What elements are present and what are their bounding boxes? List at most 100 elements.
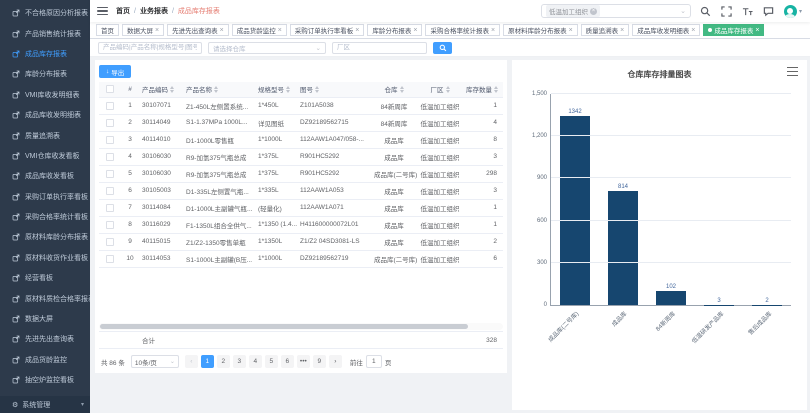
column-header[interactable]: 规格型号 [255,82,297,97]
sidebar-item[interactable]: 经营看板 [0,268,90,288]
tab-item[interactable]: 质量追溯表× [581,24,630,36]
tab-item[interactable]: 库龄分布报表× [367,24,422,36]
bar[interactable] [560,116,590,305]
column-header[interactable]: 产品编码 [139,82,183,97]
search-icon[interactable] [700,5,712,17]
column-header[interactable]: 厂区 [417,82,463,97]
search-button[interactable] [433,42,452,54]
tab-item[interactable]: 先进先出查询表× [167,24,229,36]
column-header[interactable]: 图号 [297,82,371,97]
row-checkbox[interactable] [106,187,114,195]
row-checkbox[interactable] [106,153,114,161]
page-button[interactable]: 3 [233,355,246,368]
tab-active[interactable]: 成品库存报表× [703,24,764,36]
tag-close-icon[interactable]: × [590,8,597,15]
page-button[interactable]: 1 [201,355,214,368]
breadcrumb-section[interactable]: 业务报表 [140,6,168,16]
prev-button[interactable]: ‹ [185,355,198,368]
select-all-checkbox[interactable] [106,85,114,93]
sidebar-item[interactable]: 采购合格率统计看板 [0,207,90,227]
tab-item[interactable]: 成品库收发明细表× [632,24,700,36]
close-icon[interactable]: × [278,27,282,34]
sidebar-item[interactable]: VMI库收发明细表 [0,85,90,105]
message-icon[interactable] [763,5,775,17]
bar[interactable] [608,191,638,306]
row-checkbox[interactable] [106,102,114,110]
close-icon[interactable]: × [755,27,759,34]
column-header[interactable]: 库存数量 [463,82,503,97]
column-header[interactable]: 仓库 [371,82,417,97]
page-button[interactable]: 4 [249,355,262,368]
sort-icon[interactable] [214,86,218,93]
sidebar-item[interactable]: 原材料收货作业看板 [0,248,90,268]
sort-icon[interactable] [446,86,450,93]
close-icon[interactable]: × [491,27,495,34]
org-select[interactable]: 低温加工组织 × ⌄ [541,4,691,18]
sort-icon[interactable] [286,86,290,93]
goto-page-input[interactable] [366,355,382,368]
sidebar-item[interactable]: 成品库收发明细表 [0,105,90,125]
sidebar-item[interactable]: 产品销售统计报表 [0,23,90,43]
tab-item[interactable]: 原材料库龄分布报表× [503,24,578,36]
user-menu[interactable]: ▾ [784,5,802,18]
row-checkbox[interactable] [106,204,114,212]
hamburger-icon[interactable] [97,7,108,16]
sidebar-item[interactable]: 原材料质检合格率报表 [0,288,90,308]
scrollbar-thumb[interactable] [100,324,468,329]
font-size-icon[interactable] [742,5,754,17]
row-checkbox[interactable] [106,119,114,127]
row-checkbox[interactable] [106,255,114,263]
sidebar-item[interactable]: 采购订单执行率看板 [0,187,90,207]
page-size-select[interactable]: 10条/页⌄ [131,355,179,368]
warehouse-select[interactable]: 请选择仓库 ⌄ [208,42,326,54]
row-checkbox[interactable] [106,136,114,144]
sidebar-item[interactable]: 不合格原因分析报表 [0,3,90,23]
factory-input[interactable] [332,42,427,54]
tab-item[interactable]: 成品货龄监控× [232,24,287,36]
row-checkbox[interactable] [106,170,114,178]
close-icon[interactable]: × [155,27,159,34]
close-icon[interactable]: × [691,27,695,34]
next-button[interactable]: › [329,355,342,368]
breadcrumb-home[interactable]: 首页 [116,6,130,16]
sidebar-item[interactable]: 数据大屏 [0,309,90,329]
index-cell: 8 [121,216,139,233]
close-icon[interactable]: × [355,27,359,34]
table-cell: 成品库 [371,199,417,216]
tab-item[interactable]: 采购订单执行率看板× [290,24,365,36]
row-checkbox[interactable] [106,221,114,229]
sidebar-item[interactable]: 成品库存报表 [0,44,90,64]
sort-icon[interactable] [400,86,404,93]
page-button[interactable]: 9 [313,355,326,368]
sort-icon[interactable] [315,86,319,93]
close-icon[interactable]: × [620,27,624,34]
sidebar-item[interactable]: 先进先出查询表 [0,329,90,349]
tab-item[interactable]: 数据大屏× [122,24,164,36]
export-button[interactable]: ↓导出 [99,65,131,78]
tab-item[interactable]: 首页 [96,24,119,36]
close-icon[interactable]: × [220,27,224,34]
horizontal-scrollbar[interactable] [99,323,503,330]
sidebar-item[interactable]: 质量追溯表 [0,125,90,145]
bar[interactable] [656,291,686,305]
tab-item[interactable]: 采购合格率统计报表× [425,24,500,36]
sidebar-item[interactable]: 原材料库龄分布报表 [0,227,90,247]
sidebar-item-system-management[interactable]: ⚙ 系统管理 ▾ [0,396,90,413]
sidebar-item[interactable]: 成品货龄监控 [0,350,90,370]
sort-icon[interactable] [494,86,498,93]
column-header[interactable]: 产品名称 [183,82,255,97]
sidebar-item[interactable]: 成品库收发看板 [0,166,90,186]
sidebar-item[interactable]: 库龄分布报表 [0,64,90,84]
chart-menu-icon[interactable] [787,67,798,76]
page-button[interactable]: 6 [281,355,294,368]
sidebar-item[interactable]: 抽空炉监控看板 [0,370,90,390]
sort-icon[interactable] [170,86,174,93]
page-button[interactable]: 2 [217,355,230,368]
row-checkbox[interactable] [106,238,114,246]
fullscreen-icon[interactable] [721,5,733,17]
page-button[interactable]: 5 [265,355,278,368]
sidebar-item[interactable]: VMI仓库收发看板 [0,146,90,166]
close-icon[interactable]: × [413,27,417,34]
close-icon[interactable]: × [569,27,573,34]
keyword-input[interactable] [98,42,202,54]
